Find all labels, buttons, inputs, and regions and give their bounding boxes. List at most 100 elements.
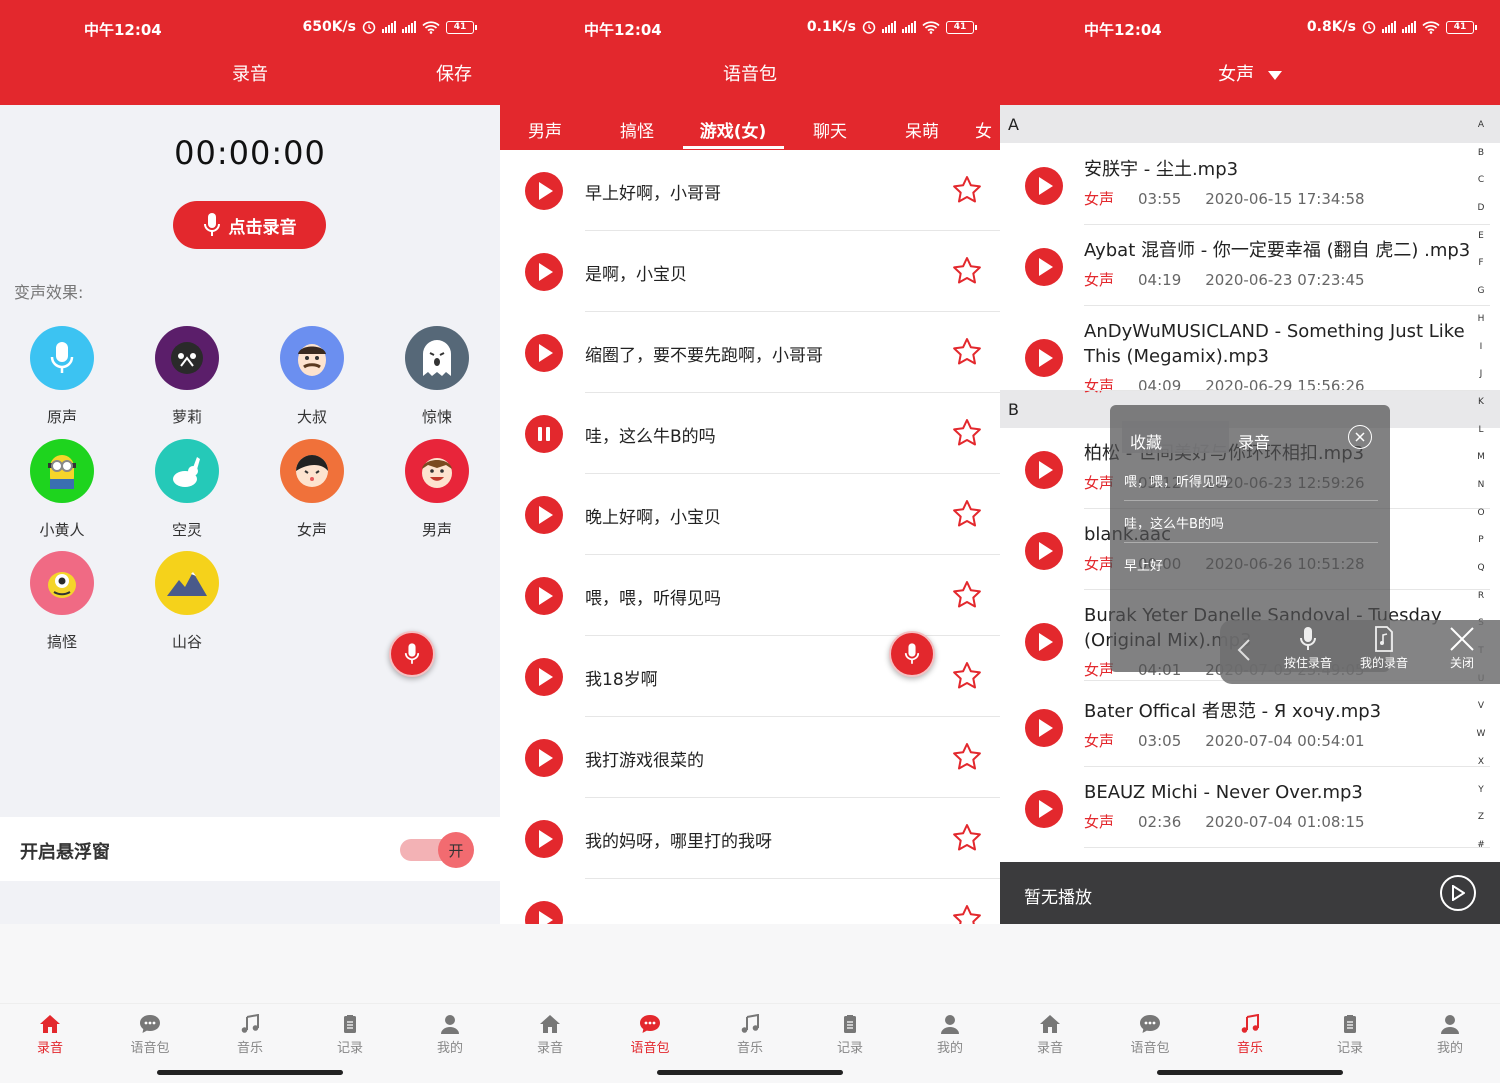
play-button[interactable] [525, 901, 563, 925]
nav-voicepack[interactable]: 语音包 [1100, 1014, 1200, 1056]
nav-record[interactable]: 录音 [0, 1014, 100, 1056]
index-letter[interactable]: X [1474, 757, 1488, 785]
index-letter[interactable]: H [1474, 314, 1488, 342]
nav-profile[interactable]: 我的 [900, 1014, 1000, 1056]
index-letter[interactable]: W [1474, 729, 1488, 757]
index-letter[interactable]: A [1474, 120, 1488, 148]
index-letter[interactable]: P [1474, 535, 1488, 563]
voice-item-partial[interactable] [500, 879, 1000, 925]
tab-female[interactable]: 女 [952, 117, 992, 142]
tab-male[interactable]: 男声 [500, 117, 590, 142]
song-item[interactable]: 安朕宇 - 尘土.mp3 女声 03:55 2020-06-15 17:34:58 [1000, 157, 1500, 237]
voice-item[interactable]: 喂，喂，听得见吗 [500, 555, 1000, 636]
favorite-button[interactable] [952, 499, 982, 533]
tab-favorites[interactable]: 收藏 [1122, 421, 1229, 453]
index-letter[interactable]: C [1474, 175, 1488, 203]
back-button[interactable] [1224, 638, 1264, 664]
voice-item[interactable]: 我打游戏很菜的 [500, 717, 1000, 798]
play-button[interactable] [1025, 709, 1063, 751]
favorite-button[interactable] [952, 823, 982, 857]
voice-item[interactable]: 晚上好啊，小宝贝 [500, 474, 1000, 555]
nav-profile[interactable]: 我的 [1400, 1014, 1500, 1056]
nav-music[interactable]: 音乐 [700, 1014, 800, 1056]
nav-record[interactable]: 录音 [1000, 1014, 1100, 1056]
floating-mic-button[interactable] [889, 631, 935, 677]
effect-valley[interactable]: 山谷 [137, 551, 237, 652]
voice-item[interactable]: 缩圈了，要不要先跑啊，小哥哥 [500, 312, 1000, 393]
play-button[interactable] [525, 415, 563, 457]
favorite-button[interactable] [952, 337, 982, 371]
song-item[interactable]: Aybat 混音师 - 你一定要幸福 (翻自 虎二) .mp3 女声 04:19 20… [1000, 238, 1500, 318]
nav-history[interactable]: 记录 [1300, 1014, 1400, 1056]
now-playing-play-button[interactable] [1440, 875, 1476, 911]
nav-history[interactable]: 记录 [300, 1014, 400, 1056]
effect-female[interactable]: 女声 [262, 439, 362, 540]
play-button[interactable] [525, 820, 563, 862]
category-dropdown[interactable]: 女声 [1000, 60, 1500, 86]
index-letter[interactable]: Y [1474, 785, 1488, 813]
record-button[interactable]: 点击录音 [173, 201, 326, 249]
index-letter[interactable]: G [1474, 286, 1488, 314]
panel-voice-item[interactable]: 早上好 [1124, 555, 1378, 584]
play-button[interactable] [1025, 790, 1063, 832]
panel-voice-item[interactable]: 哇，这么牛B的吗 [1124, 513, 1378, 543]
play-button[interactable] [525, 253, 563, 295]
effect-minion[interactable]: 小黄人 [12, 439, 112, 540]
effect-male[interactable]: 男声 [387, 439, 487, 540]
alphabet-index[interactable]: ABCDEFGHIJKLMNOPQRSTUVWXYZ# [1474, 120, 1488, 868]
nav-voicepack[interactable]: 语音包 [100, 1014, 200, 1056]
play-button[interactable] [1025, 532, 1063, 574]
index-letter[interactable]: J [1474, 369, 1488, 397]
favorite-button[interactable] [952, 904, 982, 925]
voice-item[interactable]: 我的妈呀，哪里打的我呀 [500, 798, 1000, 879]
nav-history[interactable]: 记录 [800, 1014, 900, 1056]
favorite-button[interactable] [952, 418, 982, 452]
tab-recordings[interactable]: 录音 [1230, 421, 1337, 453]
play-button[interactable] [525, 577, 563, 619]
floating-mic-button[interactable] [389, 631, 435, 677]
play-button[interactable] [1025, 339, 1063, 381]
effect-funny[interactable]: 搞怪 [12, 551, 112, 652]
effect-ethereal[interactable]: 空灵 [137, 439, 237, 540]
panel-voice-item[interactable]: 喂，喂，听得见吗 [1124, 471, 1378, 501]
favorite-button[interactable] [952, 256, 982, 290]
hold-to-record-button[interactable]: 按住录音 [1278, 626, 1338, 671]
index-letter[interactable]: Z [1474, 812, 1488, 840]
index-letter[interactable]: R [1474, 591, 1488, 619]
index-letter[interactable]: N [1474, 480, 1488, 508]
favorite-button[interactable] [952, 661, 982, 695]
nav-music[interactable]: 音乐 [200, 1014, 300, 1056]
index-letter[interactable]: L [1474, 425, 1488, 453]
index-letter[interactable]: K [1474, 397, 1488, 425]
voice-item[interactable]: 是啊，小宝贝 [500, 231, 1000, 312]
index-letter[interactable]: D [1474, 203, 1488, 231]
nav-record[interactable]: 录音 [500, 1014, 600, 1056]
tab-funny[interactable]: 搞怪 [592, 117, 682, 142]
effect-uncle[interactable]: 大叔 [262, 326, 362, 427]
my-recordings-button[interactable]: 我的录音 [1354, 626, 1414, 671]
play-button[interactable] [1025, 167, 1063, 209]
effect-horror[interactable]: 惊悚 [387, 326, 487, 427]
play-button[interactable] [525, 172, 563, 214]
save-button[interactable]: 保存 [436, 60, 472, 86]
effect-loli[interactable]: 萝莉 [137, 326, 237, 427]
panel-close-button[interactable] [1348, 425, 1372, 449]
effect-original[interactable]: 原声 [12, 326, 112, 427]
play-button[interactable] [525, 496, 563, 538]
nav-profile[interactable]: 我的 [400, 1014, 500, 1056]
voice-item[interactable]: 哇，这么牛B的吗 [500, 393, 1000, 474]
song-item[interactable]: BEAUZ Michi - Never Over.mp3 女声 02:36 2020-… [1000, 780, 1500, 860]
tab-game-female[interactable]: 游戏(女) [688, 117, 778, 142]
index-letter[interactable]: F [1474, 258, 1488, 286]
tab-chat[interactable]: 聊天 [785, 117, 875, 142]
floating-window-toggle[interactable]: 开 [400, 832, 474, 868]
song-item[interactable]: AnDyWuMUSICLAND - Something Just Like Th… [1000, 319, 1500, 403]
close-floating-button[interactable]: 关闭 [1432, 626, 1492, 671]
favorite-button[interactable] [952, 580, 982, 614]
play-button[interactable] [525, 334, 563, 376]
voice-item[interactable]: 早上好啊，小哥哥 [500, 150, 1000, 231]
index-letter[interactable]: I [1474, 342, 1488, 370]
index-letter[interactable]: M [1474, 452, 1488, 480]
nav-music[interactable]: 音乐 [1200, 1014, 1300, 1056]
index-letter[interactable]: E [1474, 231, 1488, 259]
